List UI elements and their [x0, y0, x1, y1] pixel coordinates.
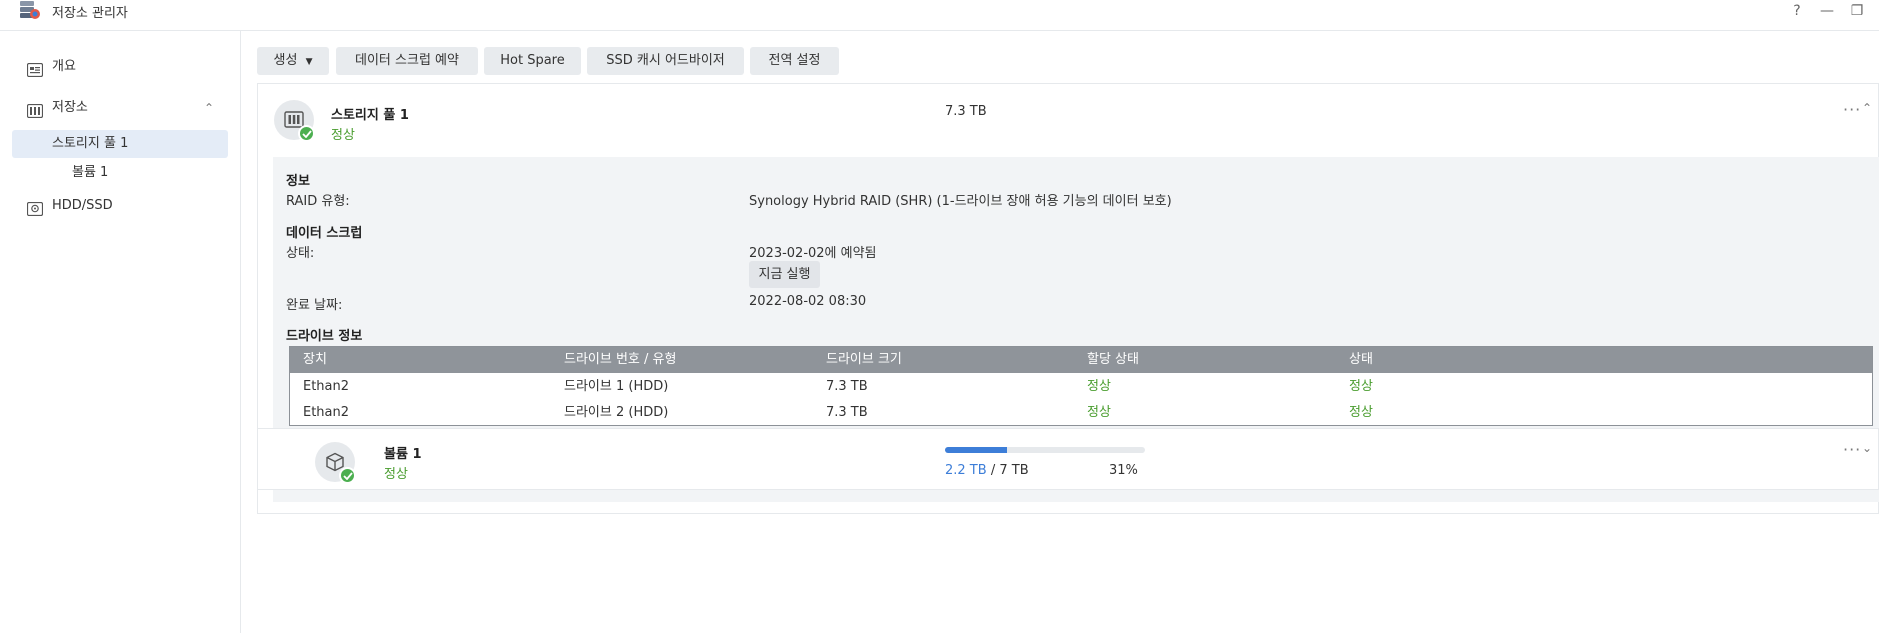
volume-usage-bar	[945, 447, 1145, 453]
run-now-button[interactable]: 지금 실행	[749, 261, 820, 288]
drive-table-header: 장치 드라이브 번호 / 유형 드라이브 크기 할당 상태 상태	[290, 347, 1872, 373]
column-header-allocation[interactable]: 할당 상태	[1087, 347, 1139, 373]
sidebar-item-label: 볼륨 1	[72, 165, 109, 180]
completed-date-value: 2022-08-02 08:30	[749, 294, 867, 309]
cell-device: Ethan2	[303, 379, 350, 394]
pool-size: 7.3 TB	[945, 104, 987, 119]
more-options-icon[interactable]: ···	[1843, 100, 1861, 119]
cell-drive: 드라이브 1 (HDD)	[564, 379, 669, 394]
drive-info-heading: 드라이브 정보	[286, 329, 363, 344]
caret-down-icon: ▼	[305, 57, 313, 67]
chevron-down-icon[interactable]: ⌄	[1862, 441, 1872, 455]
chevron-up-icon[interactable]: ⌃	[1862, 101, 1872, 115]
volume-status: 정상	[384, 467, 408, 482]
cell-size: 7.3 TB	[826, 405, 868, 420]
cell-device: Ethan2	[303, 405, 350, 420]
global-settings-button[interactable]: 전역 설정	[750, 47, 839, 75]
more-options-icon[interactable]: ···	[1843, 440, 1861, 459]
raid-type-value: Synology Hybrid RAID (SHR) (1-드라이브 장애 허용…	[749, 194, 1172, 209]
drive-table: 장치 드라이브 번호 / 유형 드라이브 크기 할당 상태 상태 Ethan2 …	[289, 346, 1873, 426]
sidebar-item-storage[interactable]: 저장소 ⌃	[12, 94, 228, 122]
scrub-heading: 데이터 스크럽	[286, 226, 363, 241]
column-header-device[interactable]: 장치	[303, 347, 327, 373]
sidebar-item-storage-pool-1[interactable]: 스토리지 풀 1	[12, 130, 228, 158]
sidebar-item-label: 저장소	[52, 100, 88, 115]
overview-icon	[26, 60, 44, 78]
column-header-size[interactable]: 드라이브 크기	[826, 347, 902, 373]
minimize-icon[interactable]: —	[1816, 0, 1838, 22]
restore-icon[interactable]: ❐	[1846, 0, 1868, 22]
create-button[interactable]: 생성 ▼	[257, 47, 329, 75]
info-heading: 정보	[286, 174, 310, 189]
raid-type-label: RAID 유형:	[286, 194, 350, 209]
completed-date-label: 완료 날짜:	[286, 298, 343, 313]
volume-usage-fill	[945, 447, 1007, 453]
pool-status: 정상	[331, 128, 355, 143]
cell-status: 정상	[1349, 379, 1373, 394]
cell-drive: 드라이브 2 (HDD)	[564, 405, 669, 420]
column-header-drive[interactable]: 드라이브 번호 / 유형	[564, 347, 676, 373]
chevron-up-icon[interactable]: ⌃	[204, 94, 214, 122]
storage-manager-app-icon	[18, 0, 42, 22]
volume-percent: 31%	[1109, 463, 1138, 478]
cell-allocation: 정상	[1087, 379, 1111, 394]
main-panel: 생성 ▼ 데이터 스크럽 예약 Hot Spare SSD 캐시 어드바이저 전…	[242, 31, 1879, 633]
volume-usage-text: 2.2 TB / 7 TB	[945, 463, 1029, 478]
sidebar-item-label: 개요	[52, 59, 76, 74]
hot-spare-button[interactable]: Hot Spare	[484, 47, 581, 75]
table-row[interactable]: Ethan2 드라이브 2 (HDD) 7.3 TB 정상 정상	[290, 400, 1872, 426]
table-row[interactable]: Ethan2 드라이브 1 (HDD) 7.3 TB 정상 정상	[290, 374, 1872, 400]
ssd-cache-advisor-button[interactable]: SSD 캐시 어드바이저	[587, 47, 744, 75]
sidebar-item-label: 스토리지 풀 1	[52, 136, 129, 151]
sidebar: 개요 저장소 ⌃ 스토리지 풀 1 볼륨 1 HDD/SSD	[0, 31, 241, 633]
sidebar-item-volume-1[interactable]: 볼륨 1	[12, 159, 228, 187]
sidebar-item-label: HDD/SSD	[52, 198, 113, 213]
storage-icon	[26, 101, 44, 119]
volume-usage-separator: /	[990, 463, 996, 478]
volume-used: 2.2 TB	[945, 463, 987, 478]
app-title: 저장소 관리자	[52, 6, 128, 21]
scrub-status-value: 2023-02-02에 예약됨	[749, 246, 877, 261]
sidebar-item-overview[interactable]: 개요	[12, 53, 228, 81]
cell-size: 7.3 TB	[826, 379, 868, 394]
cell-allocation: 정상	[1087, 405, 1111, 420]
volume-name: 볼륨 1	[384, 447, 422, 462]
sidebar-item-hdd-ssd[interactable]: HDD/SSD	[12, 192, 228, 220]
volume-total: 7 TB	[999, 463, 1029, 478]
volume-card: 볼륨 1 정상 2.2 TB / 7 TB 31% ··· ⌄	[257, 428, 1879, 490]
pool-name: 스토리지 풀 1	[331, 108, 409, 123]
title-bar: 저장소 관리자 ? — ❐	[0, 0, 1879, 31]
create-button-label: 생성	[273, 53, 298, 68]
column-header-status[interactable]: 상태	[1349, 347, 1373, 373]
help-icon[interactable]: ?	[1786, 0, 1808, 22]
scrub-schedule-button[interactable]: 데이터 스크럽 예약	[336, 47, 478, 75]
hdd-icon	[26, 199, 44, 217]
check-icon	[298, 125, 315, 142]
scrub-status-label: 상태:	[286, 246, 315, 261]
check-icon	[339, 467, 356, 484]
cell-status: 정상	[1349, 405, 1373, 420]
